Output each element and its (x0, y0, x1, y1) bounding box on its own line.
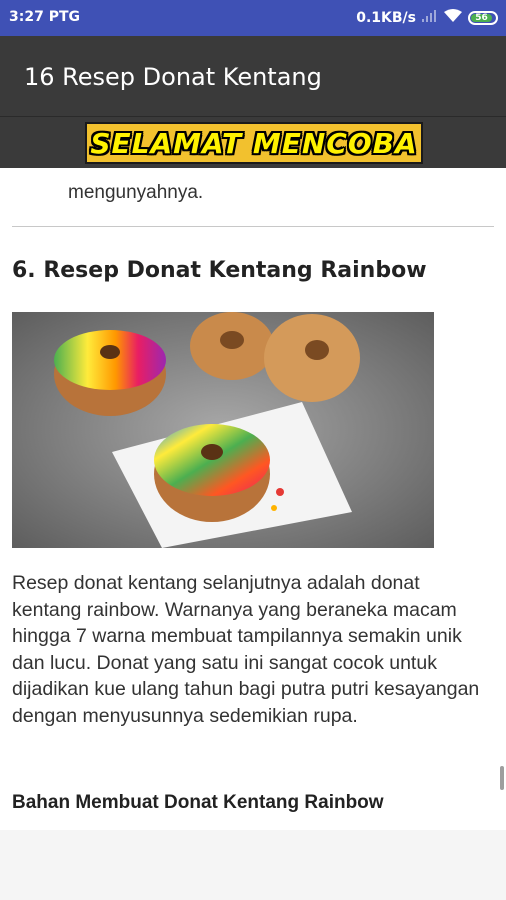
network-speed: 0.1KB/s (356, 9, 416, 26)
battery-icon: 56 (468, 10, 498, 25)
section-title: 6. Resep Donat Kentang Rainbow (12, 258, 427, 283)
status-right: 0.1KB/s 56 (356, 9, 498, 26)
battery-level: 56 (471, 13, 492, 22)
rainbow-donut-photo (12, 312, 434, 548)
app-title: 16 Resep Donat Kentang (24, 63, 322, 91)
banner-logo: SELAMAT MENCOBA (85, 122, 423, 164)
wifi-icon (444, 9, 462, 26)
article-paragraph: Resep donat kentang selanjutnya adalah d… (12, 572, 480, 727)
banner: SELAMAT MENCOBA (0, 116, 506, 169)
partial-text-line: mengunyahnya. (68, 182, 204, 203)
ingredients-subheading: Bahan Membuat Donat Kentang Rainbow (12, 792, 384, 813)
signal-icon (422, 9, 438, 26)
banner-text: SELAMAT MENCOBA (90, 126, 418, 160)
divider (12, 226, 494, 227)
app-bar: 16 Resep Donat Kentang (0, 36, 506, 116)
status-time: 3:27 PTG (9, 9, 80, 25)
scrollbar-thumb[interactable] (500, 766, 504, 790)
article-content[interactable]: mengunyahnya. 6. Resep Donat Kentang Rai… (0, 168, 506, 830)
status-bar: 3:27 PTG 0.1KB/s 56 (0, 0, 506, 36)
